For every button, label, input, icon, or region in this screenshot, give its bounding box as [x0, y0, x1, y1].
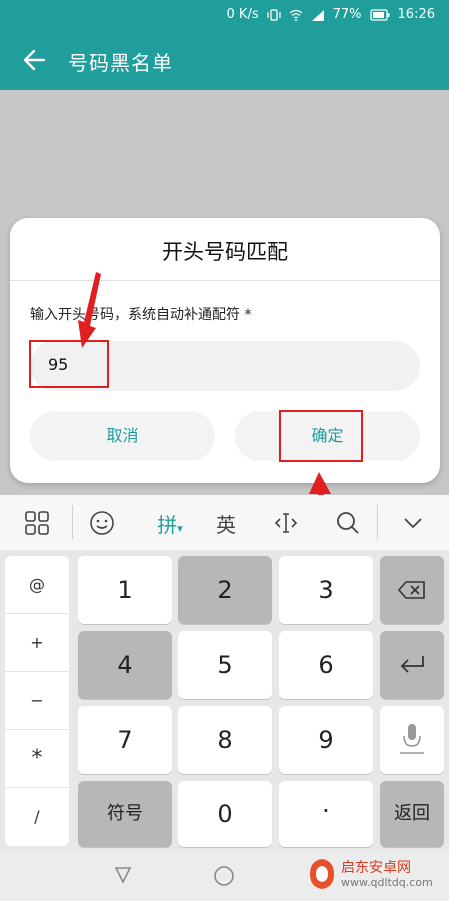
key-8[interactable]: 8 [178, 706, 272, 774]
key-7[interactable]: 7 [78, 706, 172, 774]
nav-back-icon[interactable] [112, 864, 134, 886]
dot-key[interactable]: · [279, 781, 373, 847]
cursor-move-icon[interactable] [273, 509, 299, 537]
backspace-key[interactable] [380, 556, 444, 624]
pinyin-label: 拼 [157, 513, 178, 537]
key-2[interactable]: 2 [178, 556, 272, 624]
symbol-key-at[interactable]: @ [5, 556, 69, 614]
key-0[interactable]: 0 [178, 781, 272, 847]
battery-percent: 77% [332, 7, 362, 22]
key-1[interactable]: 1 [78, 556, 172, 624]
search-icon[interactable] [335, 509, 361, 537]
return-key[interactable]: 返回 [380, 781, 444, 847]
cancel-button[interactable]: 取消 [30, 411, 215, 461]
nav-home-icon[interactable] [212, 864, 236, 888]
backspace-icon [397, 581, 425, 599]
key-6[interactable]: 6 [279, 631, 373, 699]
symbol-key-plus[interactable]: + [5, 614, 69, 672]
emoji-icon[interactable] [89, 509, 115, 537]
key-9[interactable]: 9 [279, 706, 373, 774]
toolbar-separator-2 [377, 505, 378, 539]
grid-menu-icon[interactable] [24, 509, 50, 537]
enter-icon [400, 656, 424, 673]
pinyin-dropdown-icon: ▾ [177, 522, 183, 535]
keyboard-toolbar: 拼▾ 英 [0, 495, 449, 551]
vibrate-icon [267, 8, 281, 21]
app-bar: 号码黑名单 [0, 30, 449, 90]
page-title: 号码黑名单 [68, 51, 173, 75]
signal-icon [311, 9, 324, 21]
voice-input-key[interactable] [380, 706, 444, 774]
english-input-toggle[interactable]: 英 [210, 509, 242, 537]
back-arrow-icon[interactable] [20, 45, 50, 75]
symbol-column[interactable]: @ + − * / [5, 556, 69, 846]
key-3[interactable]: 3 [279, 556, 373, 624]
symbol-key-asterisk[interactable]: * [5, 730, 69, 788]
confirm-highlight-box [279, 410, 363, 462]
status-bar: 0 K/s 77% 16:26 [0, 0, 449, 30]
symbol-key-minus[interactable]: − [5, 672, 69, 730]
watermark-name: 启东安卓网 [341, 860, 411, 876]
watermark-url: www.qdltdq.com [341, 876, 433, 889]
symbols-key[interactable]: 符号 [78, 781, 172, 847]
dialog-title: 开头号码匹配 [162, 240, 288, 264]
network-speed: 0 K/s [226, 7, 259, 22]
microphone-icon [400, 724, 424, 754]
pinyin-input-toggle[interactable]: 拼▾ [150, 509, 190, 537]
enter-key[interactable] [380, 631, 444, 699]
toolbar-separator [72, 505, 73, 539]
key-4[interactable]: 4 [78, 631, 172, 699]
battery-icon [369, 8, 390, 21]
wifi-icon [289, 9, 303, 21]
clock: 16:26 [397, 7, 435, 22]
symbol-key-slash[interactable]: / [5, 788, 69, 846]
watermark: 启东安卓网 www.qdltdq.com [303, 855, 443, 895]
key-5[interactable]: 5 [178, 631, 272, 699]
watermark-logo-icon [310, 859, 334, 889]
collapse-keyboard-icon[interactable] [401, 509, 425, 537]
annotation-arrow-down [78, 272, 101, 348]
dialog-hint: 输入开头号码，系统自动补通配符 * [30, 307, 252, 323]
numeric-keyboard: @ + − * / 1 2 3 4 5 6 7 8 9 符号 0 · 返回 [0, 551, 449, 851]
